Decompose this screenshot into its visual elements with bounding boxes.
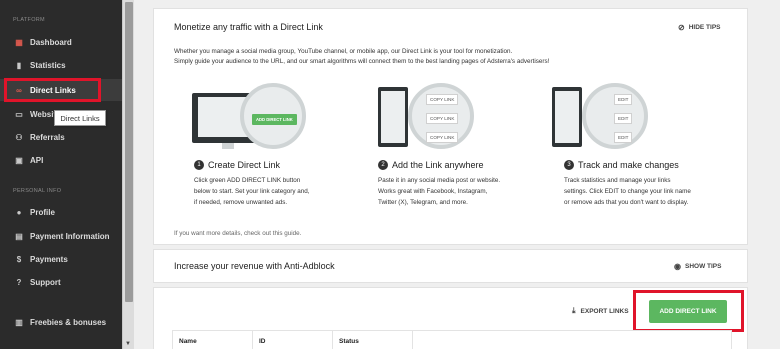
monitor-graphic	[552, 87, 582, 147]
column-name[interactable]: Name	[179, 338, 197, 345]
scrollbar-thumb[interactable]	[125, 2, 133, 302]
sidebar-item-referrals[interactable]: ⚇ Referrals	[0, 126, 122, 148]
bar-chart-icon: ▮	[16, 60, 22, 70]
step-3-title: 3 Track and make changes	[564, 160, 679, 170]
help-icon: ?	[16, 277, 22, 287]
sidebar-item-label: Profile	[30, 207, 55, 217]
sidebar-item-support[interactable]: ? Support	[0, 271, 122, 293]
download-icon: ⤓	[572, 306, 576, 315]
sidebar-item-api[interactable]: ▣ API	[0, 149, 122, 171]
highlight-add-button	[633, 290, 744, 332]
step-1-title: 1 Create Direct Link	[194, 160, 280, 170]
sidebar-item-payments[interactable]: $ Payments	[0, 248, 122, 270]
step-2-title-text: Add the Link anywhere	[392, 160, 484, 170]
step-2-desc: Paste it in any social media post or web…	[378, 177, 501, 206]
tooltip: Direct Links	[54, 110, 106, 126]
show-tips-label: SHOW TIPS	[684, 263, 722, 270]
step-3-title-text: Track and make changes	[578, 160, 679, 170]
sidebar-item-freebies[interactable]: ▥ Freebies & bonuses	[0, 311, 122, 333]
sidebar-item-label: Payment Information	[30, 231, 110, 241]
tips-card-title: Monetize any traffic with a Direct Link	[174, 22, 323, 32]
users-icon: ⚇	[15, 132, 23, 142]
export-links-label: EXPORT LINKS	[580, 307, 629, 315]
step-3-number: 3	[564, 160, 574, 170]
illustration-create-link: ADD DIRECT LINK	[192, 83, 306, 163]
eye-off-icon: ⊘	[678, 23, 685, 32]
sidebar-item-label: Freebies & bonuses	[30, 317, 107, 327]
illustration-track-changes: EDIT EDIT EDIT	[552, 83, 662, 163]
step-2-title: 2 Add the Link anywhere	[378, 160, 484, 170]
illus-copy-link-2: COPY LINK	[426, 113, 459, 124]
hide-tips-label: HIDE TIPS	[688, 24, 721, 31]
dollar-icon: $	[16, 254, 22, 264]
adblock-card: Increase your revenue with Anti-Adblock …	[153, 249, 748, 283]
sidebar-item-label: API	[30, 155, 44, 165]
illustration-add-link: COPY LINK COPY LINK COPY LINK	[378, 83, 488, 163]
sidebar-item-statistics[interactable]: ▮ Statistics	[0, 54, 122, 76]
illus-copy-link-1: COPY LINK	[426, 94, 459, 105]
person-icon: ●	[16, 207, 22, 217]
monitor-graphic	[378, 87, 408, 147]
sidebar-item-label: Statistics	[30, 60, 66, 70]
tips-desc-line2: Simply guide your audience to the URL, a…	[174, 58, 550, 65]
adblock-card-title: Increase your revenue with Anti-Adblock	[174, 261, 335, 271]
export-links-button[interactable]: ⤓ EXPORT LINKS	[572, 306, 629, 316]
column-status[interactable]: Status	[339, 338, 359, 345]
sidebar-item-label: Support	[30, 277, 61, 287]
eye-icon: ◉	[674, 262, 681, 271]
guide-link[interactable]: If you want more details, check out this…	[174, 230, 301, 237]
illus-copy-link-3: COPY LINK	[426, 132, 459, 143]
highlight-direct-links	[4, 78, 101, 102]
step-2-number: 2	[378, 160, 388, 170]
sidebar-item-label: Referrals	[30, 132, 65, 142]
section-label-platform: PLATFORM	[13, 17, 45, 23]
tips-card: Monetize any traffic with a Direct Link …	[153, 8, 748, 245]
scroll-down-arrow-icon[interactable]: ▼	[125, 341, 131, 347]
step-1-desc: Click green ADD DIRECT LINK button below…	[194, 177, 310, 206]
step-1-title-text: Create Direct Link	[208, 160, 281, 170]
sidebar: PLATFORM ▦ Dashboard ▮ Statistics ∞ Dire…	[0, 0, 122, 349]
terminal-icon: ▣	[15, 155, 23, 165]
illus-add-link-button: ADD DIRECT LINK	[252, 114, 297, 125]
step-3-desc: Track statistics and manage your links s…	[564, 177, 691, 206]
column-id[interactable]: ID	[259, 338, 266, 345]
illus-edit-2: EDIT	[614, 113, 633, 124]
sidebar-scrollbar[interactable]: ▼	[122, 0, 134, 349]
hide-tips-button[interactable]: ⊘ HIDE TIPS	[678, 23, 721, 32]
section-label-personal: PERSONAL INFO	[13, 188, 62, 194]
sidebar-item-payment-information[interactable]: ▤ Payment Information	[0, 225, 122, 247]
monitor-icon: ▭	[15, 109, 23, 119]
gift-icon: ▥	[15, 317, 23, 327]
links-table-header: Name ID Status	[172, 330, 732, 349]
step-1-number: 1	[194, 160, 204, 170]
credit-card-icon: ▤	[15, 231, 23, 241]
illus-edit-1: EDIT	[614, 94, 633, 105]
tips-desc-line1: Whether you manage a social media group,…	[174, 48, 513, 55]
sidebar-item-label: Payments	[30, 254, 68, 264]
sidebar-item-profile[interactable]: ● Profile	[0, 201, 122, 223]
show-tips-button[interactable]: ◉ SHOW TIPS	[674, 262, 721, 271]
dashboard-icon: ▦	[15, 37, 23, 47]
sidebar-item-dashboard[interactable]: ▦ Dashboard	[0, 31, 122, 53]
sidebar-item-label: Dashboard	[30, 37, 72, 47]
illus-edit-3: EDIT	[614, 132, 633, 143]
